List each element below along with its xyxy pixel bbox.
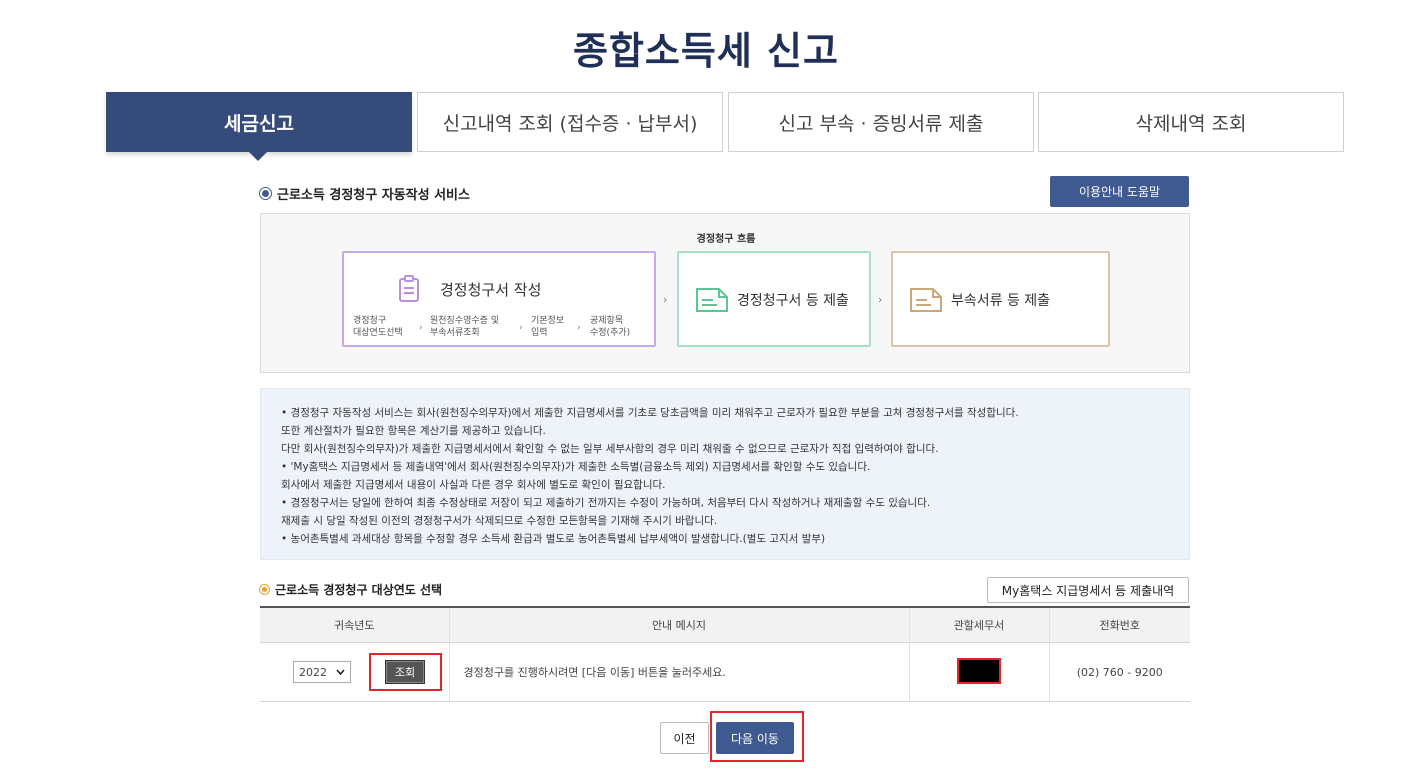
flow-substep-4: 공제항목 수정(추가) <box>590 316 631 338</box>
service-header: 근로소득 경정청구 자동작성 서비스 <box>260 184 470 203</box>
help-button[interactable]: 이용안내 도움말 <box>1050 176 1189 207</box>
target-header: 근로소득 경정청구 대상연도 선택 <box>260 581 442 598</box>
flow-sub-arrow: › <box>419 323 423 333</box>
flow-substep-3: 기본정보 입력 <box>531 316 565 338</box>
flow-step-submit-head: 경정청구서 등 제출 <box>695 287 849 313</box>
flow-step-attach: 부속서류 등 제출 <box>891 251 1110 347</box>
flow-step-submit-label: 경정청구서 등 제출 <box>737 293 849 309</box>
bullet-icon <box>260 585 269 594</box>
tab-deleted-history[interactable]: 삭제내역 조회 <box>1038 92 1344 152</box>
notice-line: • 농어촌특별세 과세대상 항목을 수정할 경우 소득세 환급과 별도로 농어촌… <box>281 533 826 545</box>
service-title: 근로소득 경정청구 자동작성 서비스 <box>277 188 470 203</box>
flow-step-write: 경정청구서 작성 경정청구 대상연도선택 › 원천징수영수증 및 부속서류조회 › … <box>342 251 656 347</box>
message-cell: 경정청구를 진행하시려면 [다음 이동] 버튼을 눌러주세요. <box>448 642 909 702</box>
notice-line: • 경정청구서는 당일에 한하여 최종 수정상태로 저장이 되고 제출하기 전까… <box>281 497 931 509</box>
tab-tax-filing[interactable]: 세금신고 <box>106 92 412 152</box>
table-row: 2022 조회 경정청구를 진행하시려면 [다음 이동] 버튼을 눌러주세요. … <box>260 642 1190 702</box>
target-title: 근로소득 경정청구 대상연도 선택 <box>275 583 443 597</box>
notice-line: • 'My홈택스 지급명세서 등 제출내역'에서 회사(원천징수의무자)가 제출… <box>281 461 871 473</box>
notice-line: • 경정청구 자동작성 서비스는 회사(원천징수의무자)에서 제출한 지급명세서… <box>281 407 1019 419</box>
phone-cell: (02) 760 - 9200 <box>1048 642 1190 702</box>
column-header: 관할세무서 <box>908 606 1049 643</box>
page-title: 종합소득세 신고 <box>573 29 839 73</box>
prev-button[interactable]: 이전 <box>660 722 709 754</box>
flow-step-submit: 경정청구서 등 제출 <box>677 251 871 347</box>
column-header: 안내 메시지 <box>448 606 909 643</box>
next-button[interactable]: 다음 이동 <box>716 722 794 754</box>
document-icon <box>910 288 942 312</box>
tab-attachment-submit[interactable]: 신고 부속 · 증빙서류 제출 <box>728 92 1034 152</box>
flow-substep-2: 원천징수영수증 및 부속서류조회 <box>430 316 500 338</box>
column-header: 귀속년도 <box>260 606 449 643</box>
notice-line: 재제출 시 당일 작성된 이전의 경정청구서가 삭제되므로 수정한 모든항목을 … <box>281 515 718 527</box>
my-hometax-statement-button[interactable]: My홈택스 지급명세서 등 제출내역 <box>987 577 1189 603</box>
notice-line: 다만 회사(원천징수의무자)가 제출한 지급명세서에서 확인할 수 없는 일부 … <box>281 443 939 455</box>
bullet-icon <box>260 188 271 199</box>
year-cell: 2022 조회 <box>260 642 449 702</box>
document-icon <box>696 288 728 312</box>
tab-filing-history[interactable]: 신고내역 조회 (접수증 · 납부서) <box>417 92 723 152</box>
flow-arrow: › <box>663 293 668 306</box>
flow-sub-arrow: › <box>519 323 523 333</box>
flow-title: 경정청구 흐름 <box>696 234 756 245</box>
flow-step-write-head: 경정청구서 작성 <box>398 275 541 303</box>
target-year-table: 귀속년도 안내 메시지 관할세무서 전화번호 2022 조회 경정청구를 진행하… <box>260 606 1190 702</box>
lookup-highlight: 조회 <box>368 653 442 691</box>
active-tab-pointer <box>249 152 267 161</box>
flow-substep-1: 경정청구 대상연도선택 <box>353 316 403 338</box>
flow-step-attach-label: 부속서류 등 제출 <box>951 293 1051 309</box>
chevron-down-icon <box>336 669 345 675</box>
flow-panel: 경정청구 흐름 경정청구서 작성 경정청구 대상연도선택 › 원천징수영수증 및부… <box>260 213 1190 373</box>
lookup-button[interactable]: 조회 <box>385 660 425 684</box>
flow-arrow: › <box>878 293 883 306</box>
tax-office-cell <box>908 642 1049 702</box>
flow-step-attach-head: 부속서류 등 제출 <box>909 287 1050 313</box>
notice-line: 회사에서 제출한 지급명세서 내용이 사실과 다른 경우 회사에 별도로 확인이… <box>281 479 666 491</box>
year-select-value: 2022 <box>299 665 327 679</box>
clipboard-icon <box>399 275 419 302</box>
year-select[interactable]: 2022 <box>293 661 351 683</box>
flow-step-write-label: 경정청구서 작성 <box>440 280 542 299</box>
column-header: 전화번호 <box>1048 606 1190 643</box>
flow-sub-arrow: › <box>577 323 581 333</box>
notice-panel: • 경정청구 자동작성 서비스는 회사(원천징수의무자)에서 제출한 지급명세서… <box>260 388 1190 560</box>
tax-office-redacted <box>957 657 1001 684</box>
notice-line: 또한 계산절차가 필요한 항목은 계산기를 제공하고 있습니다. <box>281 425 546 437</box>
